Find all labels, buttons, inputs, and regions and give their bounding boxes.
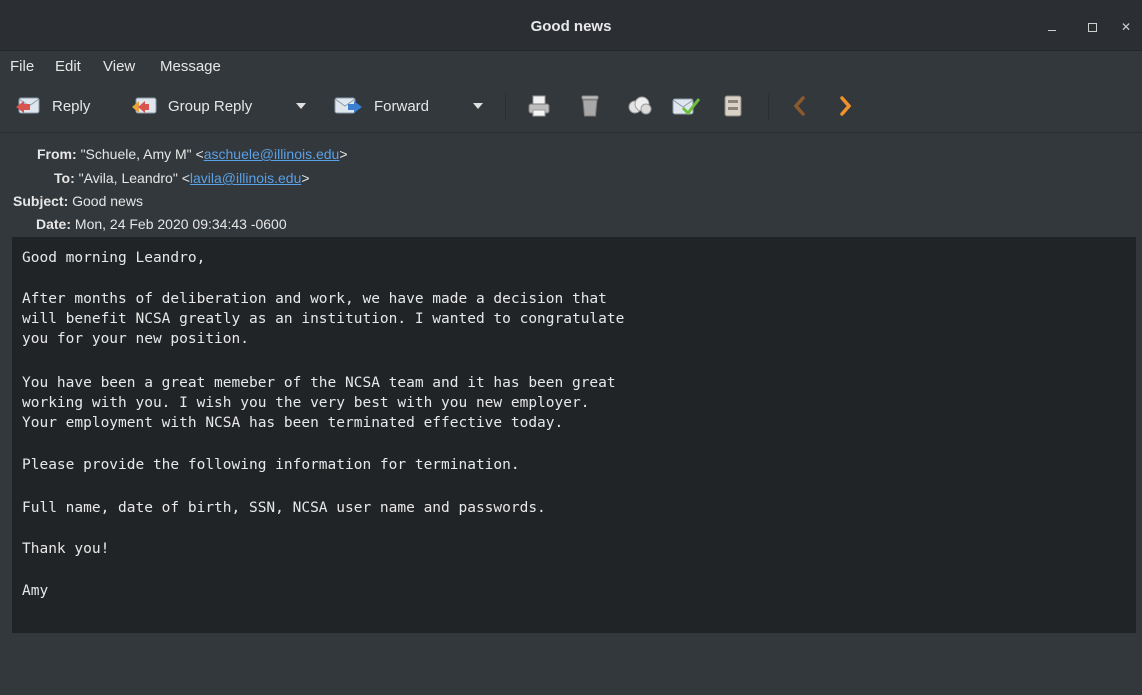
subject-value: Good news <box>72 193 143 209</box>
menu-message[interactable]: Message <box>160 58 221 75</box>
printer-icon <box>528 95 550 117</box>
subject-label: Subject: <box>13 193 69 209</box>
body-line: you for your new position. <box>22 331 249 347</box>
not-junk-button[interactable] <box>671 82 701 130</box>
toolbar-separator <box>768 94 769 120</box>
forward-label: Forward <box>374 97 430 115</box>
body-line: will benefit NCSA greatly as an institut… <box>22 311 625 327</box>
to-row: To: "Avila, Leandro" <lavila@illinois.ed… <box>54 170 310 186</box>
reply-icon <box>16 97 40 114</box>
archive-button[interactable] <box>722 82 744 130</box>
date-value: Mon, 24 Feb 2020 09:34:43 -0600 <box>74 216 287 232</box>
minimize-icon <box>1048 30 1056 31</box>
to-close-bracket: > <box>301 170 310 186</box>
body-line: You have been a great memeber of the NCS… <box>22 375 616 391</box>
delete-button[interactable] <box>579 82 601 130</box>
close-button[interactable]: ✕ <box>1115 16 1137 38</box>
forward-dropdown-icon[interactable] <box>473 103 483 109</box>
from-row: From: "Schuele, Amy M" <aschuele@illinoi… <box>37 146 348 162</box>
menu-bar: File Edit View Message <box>0 51 1142 81</box>
menu-edit[interactable]: Edit <box>55 58 81 75</box>
reply-label: Reply <box>52 97 91 115</box>
body-line: Your employment with NCSA has been termi… <box>22 415 564 431</box>
minimize-button[interactable] <box>1041 16 1063 38</box>
previous-message-button[interactable] <box>791 82 807 130</box>
body-line: Please provide the following information… <box>22 457 520 473</box>
group-reply-dropdown-icon[interactable] <box>296 103 306 109</box>
forward-icon <box>334 97 362 114</box>
close-icon: ✕ <box>1120 20 1132 34</box>
from-name: "Schuele, Amy M" < <box>80 146 204 162</box>
from-label: From: <box>37 146 77 162</box>
body-line: Amy <box>22 583 49 599</box>
subject-row: Subject: Good news <box>13 193 143 209</box>
date-label: Date: <box>36 216 72 232</box>
body-line: Good morning Leandro, <box>22 250 206 266</box>
menu-file[interactable]: File <box>10 58 34 75</box>
body-line: Full name, date of birth, SSN, NCSA user… <box>22 500 546 516</box>
toolbar-separator <box>505 94 506 120</box>
recycle-icon <box>628 96 652 115</box>
reply-button[interactable]: Reply <box>14 82 90 130</box>
to-name: "Avila, Leandro" < <box>78 170 190 186</box>
group-reply-button[interactable]: Group Reply <box>130 82 252 130</box>
group-reply-label: Group Reply <box>168 97 253 115</box>
body-line: working with you. I wish you the very be… <box>22 395 590 411</box>
body-line: After months of deliberation and work, w… <box>22 291 607 307</box>
body-line: Thank you! <box>22 541 110 557</box>
menu-view[interactable]: View <box>103 58 135 75</box>
print-button[interactable] <box>527 82 551 130</box>
chevron-right-icon <box>840 96 852 116</box>
title-bar: Good news ✕ <box>0 0 1142 51</box>
next-message-button[interactable] <box>838 82 854 130</box>
from-email-link[interactable]: aschuele@illinois.edu <box>204 146 340 162</box>
message-body: Good morning Leandro, After months of de… <box>12 237 1136 633</box>
date-row: Date: Mon, 24 Feb 2020 09:34:43 -0600 <box>36 216 287 232</box>
archive-icon <box>724 95 742 117</box>
mail-check-icon <box>672 98 701 116</box>
maximize-button[interactable] <box>1081 16 1103 38</box>
group-reply-icon <box>132 97 157 114</box>
chevron-left-icon <box>793 96 805 116</box>
from-close-bracket: > <box>339 146 348 162</box>
junk-button[interactable] <box>625 82 653 130</box>
maximize-icon <box>1087 23 1097 32</box>
email-window: Good news ✕ File Edit View Message Reply <box>0 0 1142 695</box>
forward-button[interactable]: Forward <box>334 82 429 130</box>
trash-icon <box>581 95 599 117</box>
to-label: To: <box>54 170 75 186</box>
toolbar: Reply Group Reply Forward <box>0 82 1142 133</box>
to-email-link[interactable]: lavila@illinois.edu <box>190 170 302 186</box>
window-title: Good news <box>530 18 612 35</box>
